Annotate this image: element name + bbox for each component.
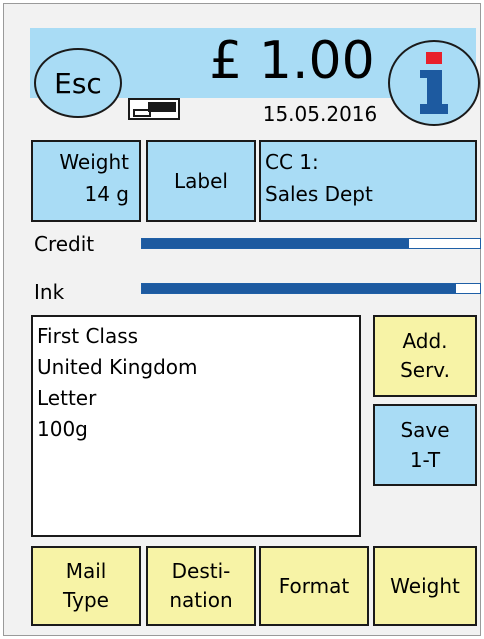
ink-cartridge-icon — [128, 98, 180, 122]
ink-meter — [141, 283, 481, 294]
ink-meter-fill — [142, 284, 457, 293]
esc-label: Esc — [54, 66, 102, 100]
additional-services-button[interactable]: Add. Serv. — [373, 315, 477, 397]
cost-center-name: Sales Dept — [265, 182, 373, 206]
credit-meter-fill — [142, 239, 410, 248]
label-button[interactable]: Label — [146, 140, 256, 222]
label-button-label: Label — [174, 169, 228, 193]
mail-type-button[interactable]: Mail Type — [31, 546, 141, 626]
service-class: First Class — [37, 324, 139, 348]
save-button[interactable]: Save 1-T — [373, 404, 477, 486]
destination-line2: nation — [169, 588, 233, 612]
esc-button[interactable]: Esc — [34, 48, 122, 118]
ink-label: Ink — [34, 280, 65, 304]
add-serv-line1: Add. — [402, 329, 448, 353]
service-format: Letter — [37, 386, 97, 410]
mail-type-line2: Type — [63, 588, 109, 612]
add-serv-line2: Serv. — [400, 358, 450, 382]
postage-price: £ 1.00 — [209, 31, 375, 91]
cost-center-id: CC 1: — [265, 150, 319, 174]
format-label: Format — [278, 573, 350, 598]
service-destination: United Kingdom — [37, 355, 198, 379]
weight-value: 14 g — [84, 182, 129, 206]
weight-select-label: Weight — [390, 573, 460, 598]
date-display: 15.05.2016 — [262, 102, 378, 126]
save-line2: 1-T — [409, 448, 441, 472]
mail-type-line1: Mail — [65, 559, 107, 583]
weight-button[interactable]: Weight 14 g — [31, 140, 141, 222]
service-summary: First Class United Kingdom Letter 100g — [31, 315, 361, 537]
credit-label: Credit — [34, 232, 95, 256]
destination-line1: Desti- — [171, 559, 231, 583]
format-button[interactable]: Format — [259, 546, 369, 626]
service-weight: 100g — [37, 417, 88, 441]
save-line1: Save — [400, 418, 450, 442]
credit-meter — [141, 238, 481, 249]
info-button[interactable] — [388, 40, 480, 126]
weight-button-label: Weight — [59, 150, 129, 174]
cost-center-button[interactable]: CC 1: Sales Dept — [259, 140, 477, 222]
destination-button[interactable]: Desti- nation — [146, 546, 256, 626]
info-icon — [420, 52, 448, 114]
weight-select-button[interactable]: Weight — [373, 546, 477, 626]
